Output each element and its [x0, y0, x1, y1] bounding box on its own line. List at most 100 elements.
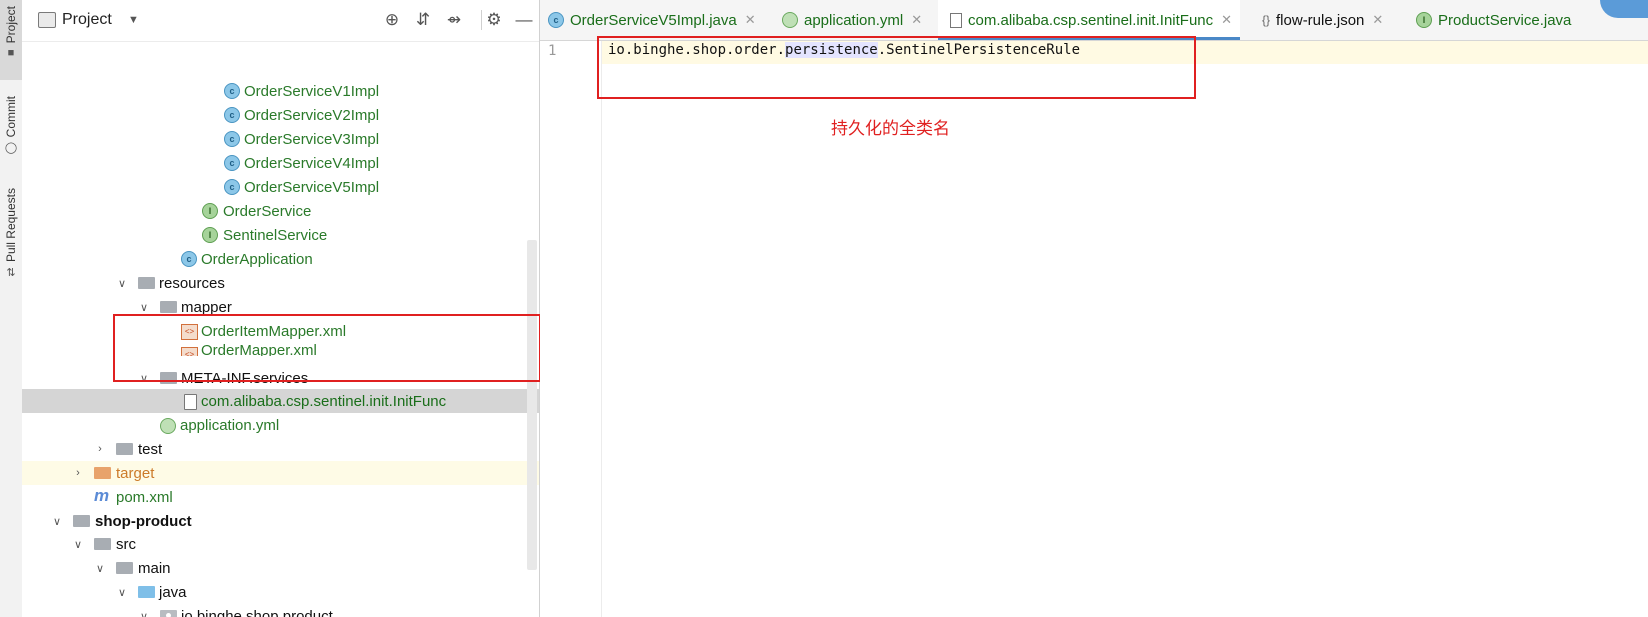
- tree-item-src[interactable]: ∨ src: [22, 532, 539, 556]
- strip-tab-project-label: Project: [4, 6, 18, 44]
- chevron-down-icon[interactable]: ▼: [128, 14, 139, 26]
- chevron-down-icon[interactable]: ∨: [136, 610, 152, 617]
- tree-item-shop-product[interactable]: ∨ shop-product: [22, 509, 539, 533]
- tree-item-pom-xml[interactable]: m pom.xml: [22, 485, 539, 509]
- tree-item-label: test: [138, 440, 163, 458]
- strip-tab-pull-requests[interactable]: Pull Requests ⇅: [0, 188, 22, 293]
- tree-item-main[interactable]: ∨ main: [22, 556, 539, 580]
- minimize-icon[interactable]: —: [514, 10, 534, 30]
- tab-label: com.alibaba.csp.sentinel.init.InitFunc: [968, 11, 1214, 29]
- tree-item-orderapplication[interactable]: c OrderApplication: [22, 247, 539, 271]
- tree-item-orderservicev4impl[interactable]: c OrderServiceV4Impl: [22, 151, 539, 175]
- commit-icon: ◯: [4, 142, 18, 155]
- chevron-down-icon[interactable]: ∨: [136, 301, 152, 314]
- tree-item-label: pom.xml: [116, 488, 173, 506]
- project-panel: Project ▼ ⊕ ⇵ ⇴ ⚙ — c OrderServiceV1Impl…: [22, 0, 540, 617]
- tree-item-label: OrderService: [223, 202, 312, 220]
- class-icon: c: [224, 131, 240, 147]
- close-icon[interactable]: ✕: [1221, 12, 1232, 28]
- strip-tab-project[interactable]: Project ■: [0, 0, 22, 80]
- tree-item-label: target: [116, 464, 155, 482]
- locate-icon[interactable]: ⊕: [382, 10, 402, 30]
- module-folder-icon: [73, 515, 90, 527]
- tree-item-resources[interactable]: ∨ resources: [22, 271, 539, 295]
- folder-icon: [160, 301, 177, 313]
- tree-item-orderservicev5impl[interactable]: c OrderServiceV5Impl: [22, 175, 539, 199]
- tree-item-label: application.yml: [180, 416, 280, 434]
- strip-tab-commit-label: Commit: [4, 96, 18, 138]
- tree-item-label: shop-product: [95, 512, 192, 530]
- tree-item-label: src: [116, 535, 136, 553]
- json-file-icon: {}: [1262, 13, 1271, 27]
- tab-flow-rule-json[interactable]: {} flow-rule.json ✕: [1262, 0, 1383, 40]
- excluded-folder-icon: [94, 467, 111, 479]
- tree-item-java[interactable]: ∨ java: [22, 580, 539, 604]
- chevron-right-icon[interactable]: ›: [70, 467, 86, 479]
- chevron-down-icon[interactable]: ∨: [49, 515, 65, 528]
- tree-item-orderservice[interactable]: I OrderService: [22, 199, 539, 223]
- tab-productservice[interactable]: I ProductService.java: [1416, 0, 1571, 40]
- chevron-down-icon[interactable]: ∨: [114, 586, 130, 599]
- yml-file-icon: [160, 418, 176, 434]
- annotation-text: 持久化的全类名: [831, 119, 950, 138]
- class-icon: c: [224, 179, 240, 195]
- folder-icon: ■: [7, 47, 15, 60]
- vertical-scrollbar[interactable]: [527, 240, 537, 570]
- tree-item-application-yml[interactable]: application.yml: [22, 413, 539, 437]
- strip-tab-commit[interactable]: Commit ◯: [0, 96, 22, 168]
- interface-icon: I: [202, 227, 218, 243]
- strip-tab-pull-requests-label: Pull Requests: [4, 188, 18, 263]
- close-icon[interactable]: ✕: [1372, 12, 1383, 28]
- class-icon: c: [224, 83, 240, 99]
- line-number: 1: [548, 43, 557, 59]
- tree-item-test[interactable]: › test: [22, 437, 539, 461]
- text-file-icon: [184, 394, 197, 410]
- chevron-down-icon[interactable]: ∨: [70, 538, 86, 551]
- tree-item-label: io.binghe.shop.product: [181, 607, 333, 617]
- tree-item-sentinelservice[interactable]: I SentinelService: [22, 223, 539, 247]
- source-folder-icon: [138, 586, 155, 598]
- tree-item-initfunc[interactable]: com.alibaba.csp.sentinel.init.InitFunc: [22, 389, 539, 413]
- tree-item-label: OrderServiceV5Impl: [244, 178, 380, 196]
- folder-icon: [94, 538, 111, 550]
- folder-icon: [116, 443, 133, 455]
- gear-icon[interactable]: ⚙: [484, 10, 504, 30]
- editor-tabs: c OrderServiceV5Impl.java ✕ application.…: [540, 0, 1648, 41]
- project-panel-header: Project ▼ ⊕ ⇵ ⇴ ⚙ —: [22, 0, 539, 42]
- tree-item-target[interactable]: › target: [22, 461, 539, 485]
- tree-item-orderservicev2impl[interactable]: c OrderServiceV2Impl: [22, 103, 539, 127]
- tab-initfunc[interactable]: com.alibaba.csp.sentinel.init.InitFunc ✕: [938, 0, 1241, 40]
- chevron-down-icon[interactable]: ∨: [92, 562, 108, 575]
- yml-file-icon: [782, 12, 798, 28]
- annotation-box-tree: [113, 314, 541, 382]
- class-icon: c: [224, 155, 240, 171]
- collapse-all-icon[interactable]: ⇴: [444, 10, 464, 30]
- tree-item-orderservicev1impl[interactable]: c OrderServiceV1Impl: [22, 79, 539, 103]
- tab-orderservicev5impl[interactable]: c OrderServiceV5Impl.java ✕: [548, 0, 756, 40]
- project-panel-title[interactable]: Project: [62, 11, 112, 29]
- text-file-icon: [950, 12, 962, 28]
- tab-label: ProductService.java: [1438, 11, 1572, 29]
- maven-icon: m: [94, 486, 110, 505]
- close-icon[interactable]: ✕: [745, 12, 756, 28]
- tree-item-label: java: [159, 583, 187, 601]
- expand-all-icon[interactable]: ⇵: [413, 10, 433, 30]
- annotation-box-editor: [597, 36, 1196, 99]
- interface-icon: I: [202, 203, 218, 219]
- resources-folder-icon: [138, 277, 155, 289]
- close-icon[interactable]: ✕: [911, 12, 922, 28]
- tab-label: application.yml: [804, 11, 904, 29]
- tree-item-orderservicev3impl[interactable]: c OrderServiceV3Impl: [22, 127, 539, 151]
- tree-item-label: OrderServiceV4Impl: [244, 154, 380, 172]
- tree-item-label: OrderServiceV3Impl: [244, 130, 380, 148]
- tool-window-strip: Project ■ Commit ◯ Pull Requests ⇅: [0, 0, 23, 617]
- chevron-down-icon[interactable]: ∨: [114, 277, 130, 290]
- tab-application-yml[interactable]: application.yml ✕: [782, 0, 922, 40]
- tree-item-label: OrderServiceV1Impl: [244, 82, 380, 100]
- tree-item-label: mapper: [181, 298, 232, 316]
- editor-area: c OrderServiceV5Impl.java ✕ application.…: [540, 0, 1648, 617]
- tree-item-io-binghe-shop-product[interactable]: ∨ io.binghe.shop.product: [22, 604, 539, 617]
- chevron-right-icon[interactable]: ›: [92, 443, 108, 455]
- tree-item-label: OrderApplication: [201, 250, 313, 268]
- tree-item-label: OrderServiceV2Impl: [244, 106, 380, 124]
